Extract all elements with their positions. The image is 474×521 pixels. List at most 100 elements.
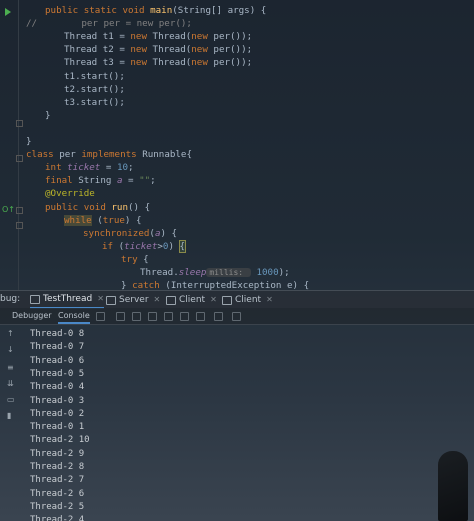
code-line[interactable]: } xyxy=(26,135,474,148)
code-line[interactable]: } xyxy=(45,109,474,122)
code-line[interactable]: class per implements Runnable{ xyxy=(26,148,474,161)
code-line[interactable] xyxy=(26,122,474,135)
code-token: = xyxy=(122,175,140,187)
menu-icon[interactable] xyxy=(96,312,105,321)
code-line[interactable]: t2.start(); xyxy=(64,83,474,96)
settings-icon[interactable] xyxy=(232,312,241,321)
code-token: Thread t3 = xyxy=(64,57,131,69)
code-token: implements xyxy=(81,149,143,161)
soft-wrap-icon[interactable]: ≡ xyxy=(7,364,15,372)
code-line[interactable]: Thread t3 = new Thread(new per()); xyxy=(64,56,474,69)
run-to-cursor-icon[interactable] xyxy=(196,312,205,321)
code-token: t1.start(); xyxy=(64,70,125,82)
code-token: per xyxy=(59,149,82,161)
close-icon[interactable]: ✕ xyxy=(210,291,217,309)
code-line[interactable]: if (ticket>0) { xyxy=(102,239,474,253)
code-line[interactable]: synchronized(a) { xyxy=(83,227,474,240)
code-line[interactable]: final String a = ""; xyxy=(45,174,474,187)
run-config-icon xyxy=(30,294,40,304)
close-icon[interactable]: ✕ xyxy=(97,290,104,308)
fold-marker-icon[interactable] xyxy=(16,207,23,214)
code-line[interactable]: // per per = new per(); xyxy=(26,17,474,30)
code-line[interactable]: public void run() { xyxy=(45,201,474,214)
step-out-icon[interactable] xyxy=(180,312,189,321)
tab-label: Client xyxy=(235,295,262,305)
code-line[interactable]: Thread t1 = new Thread(new per()); xyxy=(64,30,474,43)
code-token: if xyxy=(102,240,119,252)
tab-testthread[interactable]: TestThread ✕ xyxy=(30,291,104,309)
down-arrow-icon[interactable]: ↓ xyxy=(7,346,15,354)
code-line[interactable]: int ticket = 10; xyxy=(45,161,474,174)
step-into-icon[interactable] xyxy=(148,312,157,321)
code-token: new xyxy=(130,31,153,43)
clear-all-icon[interactable]: ▮ xyxy=(7,412,15,420)
code-token: try xyxy=(121,253,144,265)
code-token: { xyxy=(178,239,187,253)
code-token: 10 xyxy=(116,162,129,174)
console-line: Thread-0 4 xyxy=(30,382,85,393)
code-line[interactable]: Thread t2 = new Thread(new per()); xyxy=(64,43,474,56)
code-token: { xyxy=(143,253,149,265)
fold-marker-icon[interactable] xyxy=(16,222,23,229)
up-arrow-icon[interactable]: ↑ xyxy=(7,330,15,338)
tab-client-2[interactable]: Client ✕ xyxy=(222,291,273,309)
code-token: catch xyxy=(132,280,166,290)
console-line: Thread-0 1 xyxy=(30,422,85,433)
console-line: Thread-2 4 xyxy=(30,515,85,521)
code-line[interactable]: } catch (InterruptedException e) { xyxy=(121,279,474,290)
code-line[interactable]: try { xyxy=(121,253,474,266)
code-token: ticket xyxy=(124,240,158,252)
code-token: per()); xyxy=(213,31,253,43)
debug-tab-bar: bug: TestThread ✕ Server ✕ Client ✕ Clie… xyxy=(0,290,474,309)
tab-server[interactable]: Server ✕ xyxy=(106,291,160,309)
code-token: ) { xyxy=(124,214,142,226)
tab-debugger[interactable]: Debugger xyxy=(12,308,52,324)
code-line[interactable]: public static void main(String[] args) { xyxy=(45,4,474,17)
fold-marker-icon[interactable] xyxy=(16,155,23,162)
fold-marker-icon[interactable] xyxy=(16,120,23,127)
code-token: main xyxy=(150,5,173,16)
code-token: final xyxy=(45,175,79,187)
evaluate-expression-icon[interactable] xyxy=(214,312,223,321)
run-main-icon[interactable] xyxy=(5,8,11,16)
code-token: Thread t1 = xyxy=(64,31,131,43)
code-token: new xyxy=(191,57,214,69)
step-over-icon[interactable] xyxy=(132,312,141,321)
tab-console[interactable]: Console xyxy=(58,308,90,324)
code-token: "" xyxy=(139,175,151,187)
code-token: public void xyxy=(45,201,112,213)
tab-client[interactable]: Client ✕ xyxy=(166,291,217,309)
code-token: String xyxy=(78,175,117,187)
code-token: public static void xyxy=(45,5,151,16)
force-step-into-icon[interactable] xyxy=(164,312,173,321)
code-editor[interactable]: O↑ public static void main(String[] args… xyxy=(0,0,474,290)
code-line[interactable]: @Override xyxy=(45,187,474,200)
code-token: = xyxy=(100,162,117,174)
tab-label: TestThread xyxy=(43,294,93,304)
code-token: per()); xyxy=(213,44,253,56)
override-marker-icon[interactable]: O↑ xyxy=(2,205,15,214)
print-icon[interactable]: ▭ xyxy=(7,396,15,404)
code-line[interactable]: Thread.sleep millis: 1000); xyxy=(140,266,474,279)
console-output[interactable]: Thread-0 8 Thread-0 7 Thread-0 6 Thread-0 5… xyxy=(30,324,470,521)
console-line: Thread-0 8 xyxy=(30,329,85,339)
debug-sub-toolbar: Debugger Console xyxy=(0,308,474,325)
background-cat-silhouette xyxy=(438,451,468,521)
console-line: Thread-0 6 xyxy=(30,355,85,366)
code-token: ) xyxy=(168,240,180,252)
code-token: new xyxy=(130,44,153,56)
code-line[interactable]: t1.start(); xyxy=(64,70,474,83)
close-icon[interactable]: ✕ xyxy=(266,291,273,309)
console-line: Thread-2 7 xyxy=(30,475,85,486)
code-line[interactable]: while (true) { xyxy=(64,214,474,227)
console-line: Thread-0 2 xyxy=(30,408,85,419)
code-token: t3.start(); xyxy=(64,96,125,108)
code-token: new xyxy=(130,57,153,69)
close-icon[interactable]: ✕ xyxy=(154,291,161,309)
code-line[interactable]: t3.start(); xyxy=(64,96,474,109)
scroll-to-end-icon[interactable]: ⇊ xyxy=(7,380,15,388)
console-line: Thread-2 9 xyxy=(30,448,85,459)
tab-label: Client xyxy=(179,295,206,305)
code-token: Thread. xyxy=(140,267,179,278)
show-execution-point-icon[interactable] xyxy=(116,312,125,321)
